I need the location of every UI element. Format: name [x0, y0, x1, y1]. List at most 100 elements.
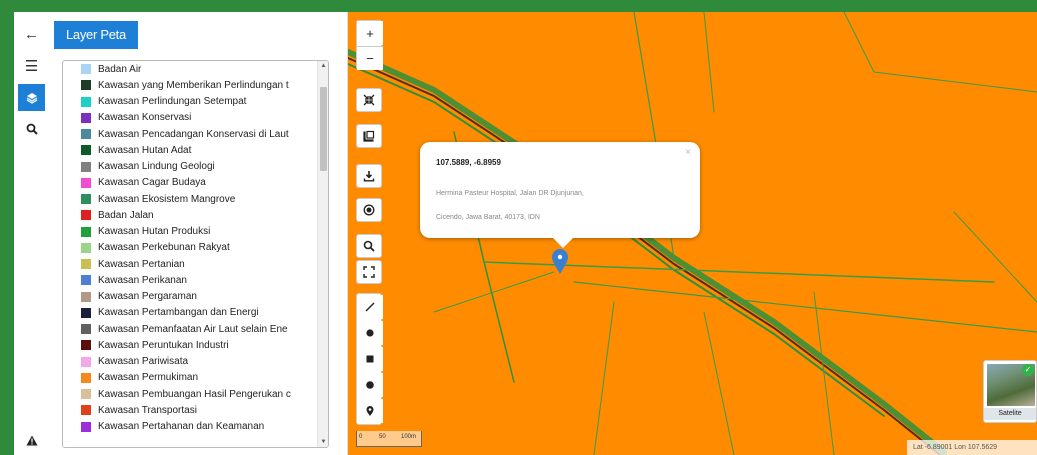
basemap-switcher[interactable]: ✓ Satelite	[983, 360, 1037, 423]
legend-label: Kawasan Hutan Produksi	[98, 226, 211, 238]
legend-item[interactable]: Kawasan Hutan Produksi	[81, 224, 318, 240]
location-marker-icon[interactable]	[550, 247, 570, 275]
scale-label-0: 0	[359, 434, 363, 440]
legend-swatch	[81, 242, 91, 253]
fullscreen-exit-button[interactable]	[356, 88, 382, 112]
legend-swatch	[81, 226, 91, 237]
legend-label: Kawasan Perkebunan Rakyat	[98, 242, 230, 254]
locate-button[interactable]	[356, 198, 382, 222]
locate-icon	[363, 204, 375, 216]
legend-item[interactable]: Kawasan Lindung Geologi	[81, 159, 318, 175]
legend-item[interactable]: Kawasan Pembuangan Hasil Pengerukan c	[81, 386, 318, 402]
layers-button[interactable]	[18, 84, 45, 111]
legend-swatch	[81, 275, 91, 286]
draw-circle-button[interactable]	[357, 373, 383, 397]
legend-item[interactable]: Kawasan Pencadangan Konservasi di Laut	[81, 126, 318, 142]
icon-rail: ← ☰	[14, 12, 48, 455]
download-button[interactable]	[356, 164, 382, 188]
basemap-label: Satelite	[984, 408, 1036, 420]
scroll-thumb[interactable]	[320, 87, 327, 171]
legend-swatch	[81, 259, 91, 270]
zoom-in-button[interactable]: +	[357, 21, 383, 45]
warning-button[interactable]	[18, 427, 45, 454]
draw-line-button[interactable]	[357, 295, 383, 319]
legend-label: Kawasan Pariwisata	[98, 356, 189, 368]
legend-item[interactable]: Kawasan Pertahanan dan Keamanan	[81, 419, 318, 435]
menu-button[interactable]: ☰	[18, 52, 45, 79]
legend-item[interactable]: Kawasan Hutan Adat	[81, 142, 318, 158]
legend-item[interactable]: Kawasan Pergaraman	[81, 289, 318, 305]
legend-item[interactable]: Kawasan Pariwisata	[81, 354, 318, 370]
legend-swatch	[81, 194, 91, 205]
legend-item[interactable]: Kawasan Perikanan	[81, 272, 318, 288]
back-button[interactable]: ←	[18, 21, 45, 48]
basemap-square-button[interactable]	[356, 124, 382, 148]
legend-swatch	[81, 210, 91, 221]
legend-swatch	[81, 405, 91, 416]
legend-item[interactable]: Kawasan Pertambangan dan Energi	[81, 305, 318, 321]
draw-square-button[interactable]	[357, 347, 383, 371]
legend-scrollbar[interactable]: ▲ ▼	[317, 61, 328, 447]
legend-item[interactable]: Badan Jalan	[81, 207, 318, 223]
extent-button[interactable]	[356, 260, 382, 284]
legend-label: Kawasan Transportasi	[98, 404, 197, 416]
legend-swatch	[81, 340, 91, 351]
basemap-square-icon	[363, 130, 375, 142]
popup-coordinates: 107.5889, -6.8959	[436, 158, 501, 167]
scroll-down-icon[interactable]: ▼	[319, 439, 328, 445]
draw-point-button[interactable]	[357, 321, 383, 345]
legend-item[interactable]: Kawasan Pemanfaatan Air Laut selain Ene	[81, 321, 318, 337]
draw-marker-button[interactable]	[357, 399, 383, 423]
search-button[interactable]	[18, 115, 45, 142]
legend-item[interactable]: Kawasan Peruntukan Industri	[81, 337, 318, 353]
legend-item[interactable]: Kawasan Perlindungan Setempat	[81, 94, 318, 110]
legend-label: Kawasan Perikanan	[98, 274, 187, 286]
legend-item[interactable]: Kawasan Cagar Budaya	[81, 175, 318, 191]
legend-swatch	[81, 421, 91, 432]
search-map-button[interactable]	[356, 234, 382, 258]
legend-label: Kawasan yang Memberikan Perlindungan t	[98, 79, 289, 91]
popup-address-line1: Hermina Pasteur Hospital, Jalan DR Djunj…	[436, 190, 584, 197]
legend-swatch	[81, 291, 91, 302]
legend-box[interactable]: Badan Air Kawasan yang Memberikan Perlind…	[62, 60, 329, 448]
legend-item[interactable]: Kawasan Transportasi	[81, 402, 318, 418]
zoom-out-button[interactable]: −	[357, 46, 383, 70]
legend-label: Kawasan Pertanian	[98, 258, 185, 270]
scale-label-1: 50	[379, 434, 386, 440]
legend-label: Kawasan Pembuangan Hasil Pengerukan c	[98, 388, 291, 400]
legend-swatch	[81, 324, 91, 335]
scroll-up-icon[interactable]: ▲	[319, 63, 328, 69]
draw-line-icon	[365, 302, 375, 312]
layers-icon	[26, 92, 37, 104]
draw-toolbar	[356, 293, 383, 425]
legend-swatch	[81, 307, 91, 318]
popup-close-button[interactable]: ×	[685, 147, 691, 158]
legend-item[interactable]: Badan Air	[81, 61, 318, 77]
legend-label: Kawasan Konservasi	[98, 112, 192, 124]
legend-swatch	[81, 112, 91, 123]
legend-label: Kawasan Pergaraman	[98, 291, 197, 303]
legend-swatch	[81, 64, 91, 75]
legend-label: Kawasan Pertahanan dan Keamanan	[98, 421, 265, 433]
legend-label: Kawasan Cagar Budaya	[98, 177, 206, 189]
zoom-control: + −	[356, 20, 383, 70]
extent-icon	[363, 266, 375, 278]
legend-item[interactable]: Kawasan Permukiman	[81, 370, 318, 386]
legend-label: Kawasan Peruntukan Industri	[98, 339, 229, 351]
legend-item[interactable]: Kawasan yang Memberikan Perlindungan t	[81, 77, 318, 93]
fullscreen-exit-icon	[363, 94, 375, 106]
legend-item[interactable]: Kawasan Perkebunan Rakyat	[81, 240, 318, 256]
legend-item[interactable]: Kawasan Ekosistem Mangrove	[81, 191, 318, 207]
legend-label: Kawasan Perlindungan Setempat	[98, 96, 247, 108]
draw-circle-icon	[366, 381, 374, 389]
marker-icon	[366, 406, 374, 416]
legend-item[interactable]: Kawasan Pertanian	[81, 256, 318, 272]
legend-label: Kawasan Ekosistem Mangrove	[98, 193, 236, 205]
map-app: ← ☰ Layer Peta Badan Air Kawasan yang Mem…	[14, 12, 1037, 455]
legend-swatch	[81, 372, 91, 383]
legend-item[interactable]: Kawasan Konservasi	[81, 110, 318, 126]
legend-label: Kawasan Pencadangan Konservasi di Laut	[98, 128, 289, 140]
zoom-in-icon: +	[366, 25, 374, 41]
legend-label: Kawasan Permukiman	[98, 372, 199, 384]
legend-list: Badan Air Kawasan yang Memberikan Perlind…	[63, 61, 318, 435]
